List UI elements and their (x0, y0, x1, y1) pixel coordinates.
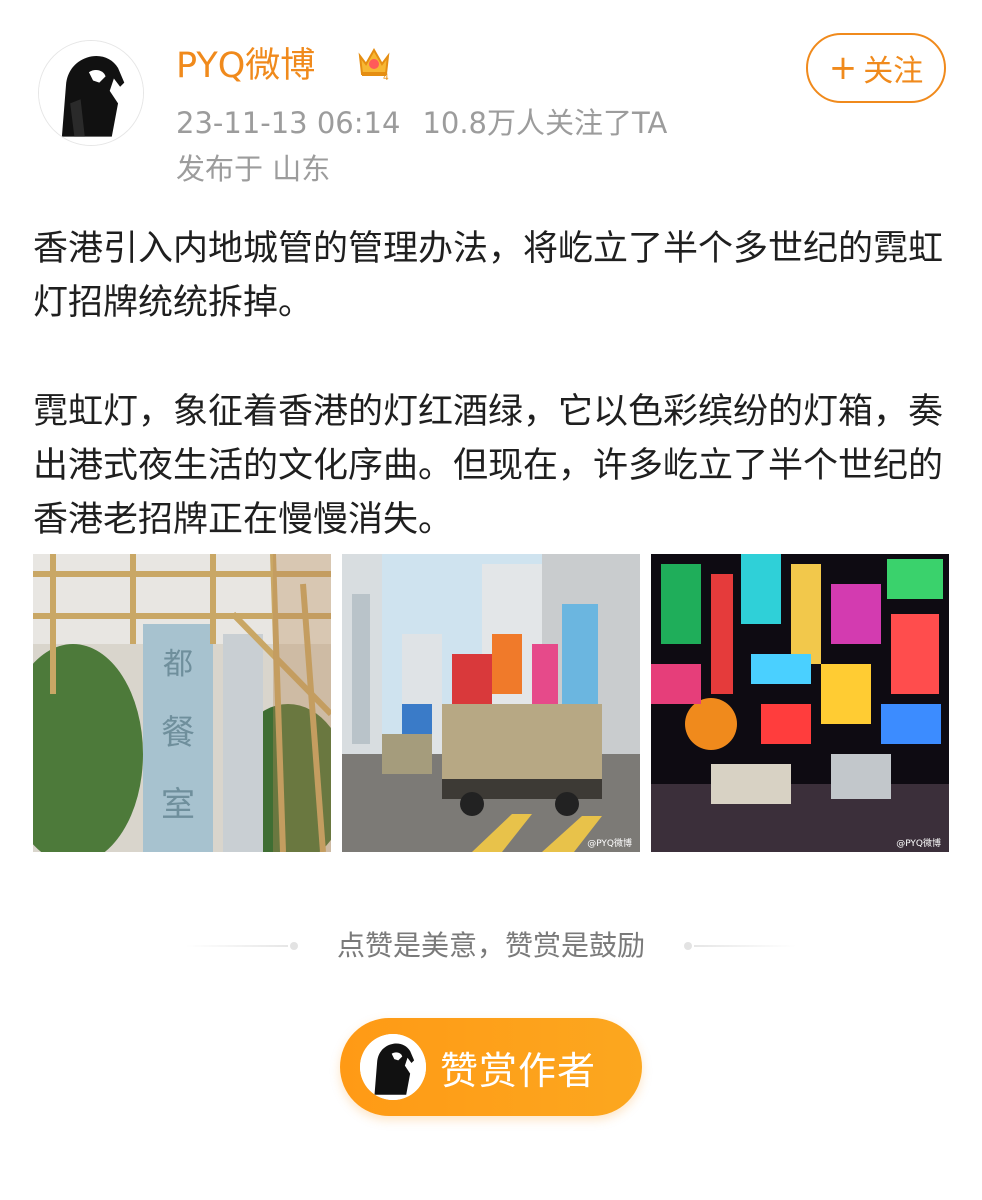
plus-icon: + (828, 48, 858, 88)
sign-char: 餐 (161, 713, 195, 753)
follow-button[interactable]: + 关注 (806, 33, 946, 103)
reward-avatar (360, 1034, 426, 1100)
follower-count: 10.8万人关注了TA (422, 106, 668, 140)
follow-label: 关注 (863, 54, 924, 89)
photo-trucks-signs[interactable]: @PYQ微博 (342, 554, 640, 852)
post-location: 发布于 山东 (176, 152, 331, 186)
silhouette-avatar-icon (360, 1034, 426, 1100)
photo-neon-street[interactable]: @PYQ微博 (651, 554, 949, 852)
post-meta: 23-11-13 06:14 10.8万人关注了TA (176, 104, 667, 142)
post-timestamp: 23-11-13 06:14 (176, 106, 401, 140)
crown-vip-icon: 4 (358, 47, 390, 82)
reward-divider: 点赞是美意，赞赏是鼓励 (0, 926, 982, 966)
divider-dot (684, 942, 692, 950)
reward-slogan: 点赞是美意，赞赏是鼓励 (336, 929, 645, 962)
divider-line (186, 945, 288, 947)
divider-dot (290, 942, 298, 950)
sign-char: 都 (163, 647, 193, 682)
reward-author-button[interactable]: 赞赏作者 (340, 1018, 642, 1116)
silhouette-avatar-icon (39, 41, 143, 145)
sign-char: 室 (161, 785, 195, 825)
divider-line (694, 945, 796, 947)
reward-button-label: 赞赏作者 (440, 1048, 597, 1093)
photo-sign-scaffolding[interactable]: 都 餐 室 (33, 554, 331, 852)
post-paragraph: 霓虹灯，象征着香港的灯红酒绿，它以色彩缤纷的灯箱，奏出港式夜生活的文化序曲。但现… (33, 392, 944, 540)
author-name[interactable]: PYQ微博 (176, 44, 315, 88)
photo-watermark: @PYQ微博 (587, 837, 632, 849)
post-body: 香港引入内地城管的管理办法，将屹立了半个多世纪的霓虹灯招牌统统拆掉。 霓虹灯，象… (33, 222, 948, 547)
svg-text:4: 4 (383, 73, 389, 82)
photo-watermark: @PYQ微博 (896, 837, 941, 849)
author-avatar[interactable] (38, 40, 144, 146)
post-paragraph: 香港引入内地城管的管理办法，将屹立了半个多世纪的霓虹灯招牌统统拆掉。 (33, 229, 944, 323)
